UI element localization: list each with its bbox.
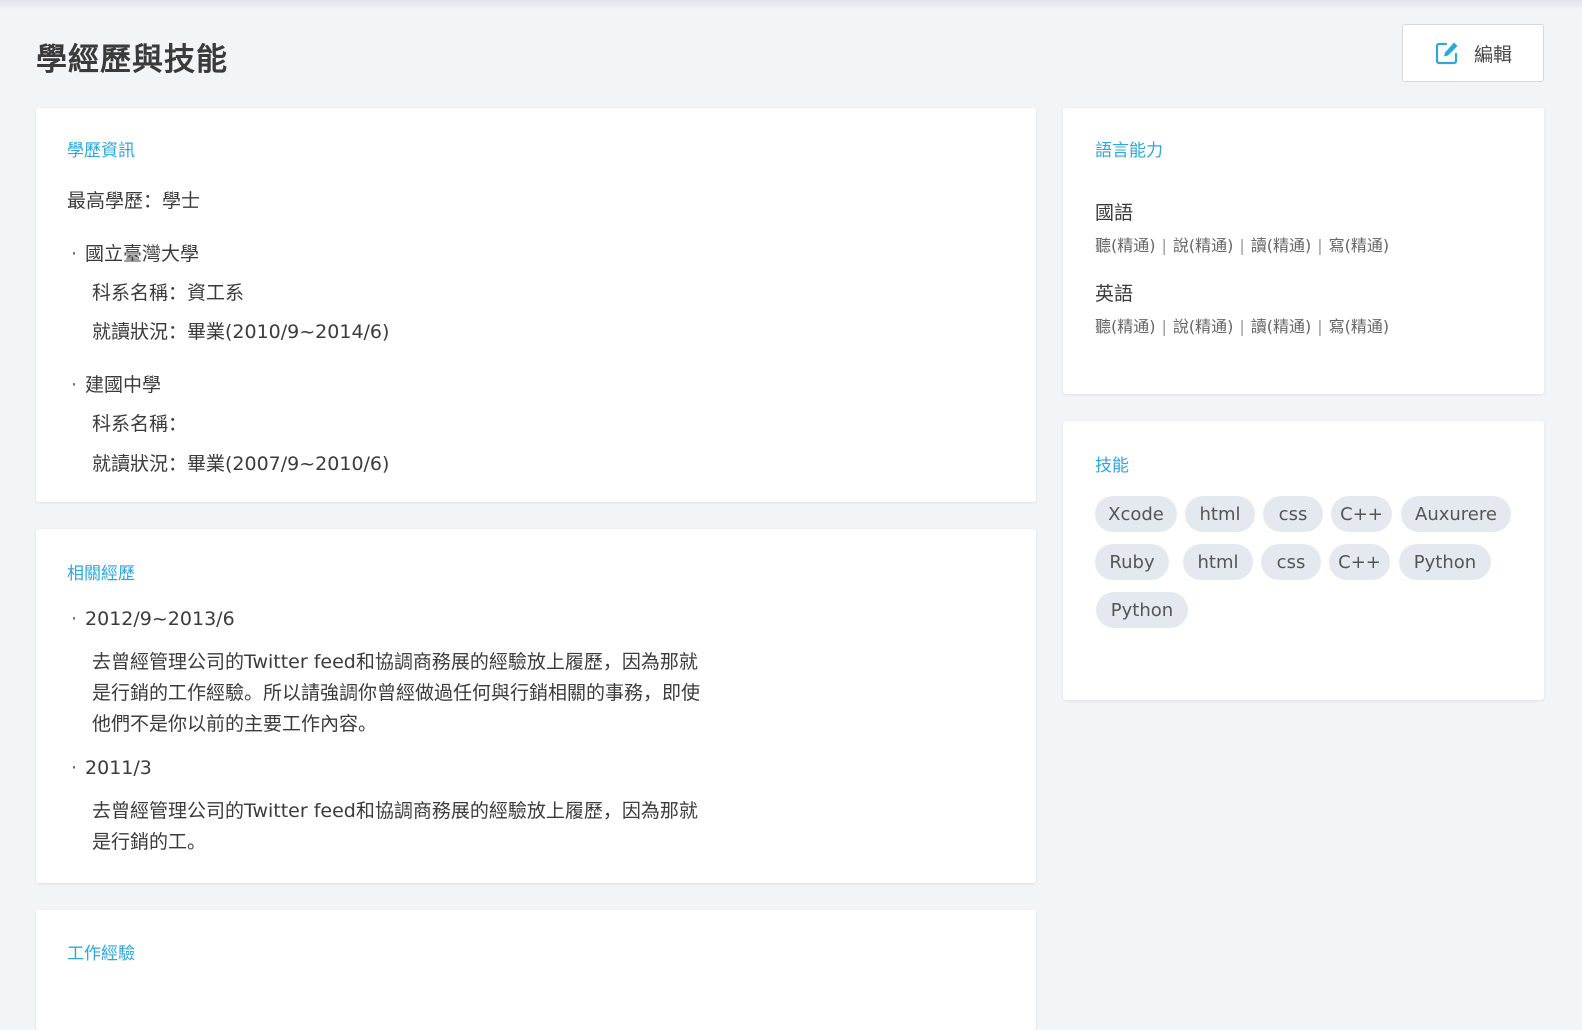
experience-period: · 2011/3 [71,757,152,779]
skill-tag: html [1185,496,1255,532]
school-name: · 國立臺灣大學 [71,243,200,265]
bullet: · [71,757,78,779]
school-status: 就讀狀況：畢業(2007/9~2010/6) [92,453,390,475]
skills-card: 技能 Xcode html css C++ Auxurere Ruby html… [1063,421,1544,700]
education-card: 學歷資訊 最高學歷：學士 · 國立臺灣大學 科系名稱：資工系 就讀狀況：畢業(20… [36,108,1036,502]
skill-tag: Ruby [1095,544,1169,580]
top-shadow [0,0,1582,10]
school-department: 科系名稱：資工系 [92,282,245,304]
bullet: · [71,243,78,265]
language-levels: 聽(精通) | 說(精通) | 讀(精通) | 寫(精通) [1095,236,1390,255]
language-levels: 聽(精通) | 說(精通) | 讀(精通) | 寫(精通) [1095,317,1390,336]
skills-title: 技能 [1095,456,1129,476]
skill-tag: Python [1399,544,1491,580]
languages-title: 語言能力 [1095,141,1163,161]
experience-card: 相關經歷 · 2012/9~2013/6 去曾經管理公司的Twitter feed… [36,529,1036,883]
school-status: 就讀狀況：畢業(2010/9~2014/6) [92,321,390,343]
school-name: · 建國中學 [71,374,162,396]
skill-tag: css [1263,496,1323,532]
experience-description: 去曾經管理公司的Twitter feed和協調商務展的經驗放上履歷，因為那就是行… [92,800,698,853]
skill-tag: css [1261,544,1321,580]
experience-title: 相關經歷 [67,564,135,584]
work-title: 工作經驗 [67,944,135,964]
education-title: 學歷資訊 [67,141,135,161]
language-name: 國語 [1095,202,1134,224]
bullet: · [71,374,78,396]
highest-degree: 最高學歷：學士 [67,190,201,212]
experience-description: 去曾經管理公司的Twitter feed和協調商務展的經驗放上履歷，因為那就是行… [92,651,701,735]
language-name: 英語 [1095,283,1134,305]
edit-button-label: 編輯 [1473,43,1512,66]
skill-tag: html [1183,544,1253,580]
experience-period: · 2012/9~2013/6 [71,608,235,630]
skill-tag: Python [1096,592,1188,628]
school-department: 科系名稱： [92,413,188,435]
edit-icon [1434,40,1460,66]
skill-tag: C++ [1329,544,1390,580]
page-title: 學經歷與技能 [36,42,228,78]
skill-tag: Xcode [1095,496,1177,532]
edit-button[interactable]: 編輯 [1402,24,1544,82]
skill-tag: Auxurere [1401,496,1511,532]
languages-card: 語言能力 國語 聽(精通) | 說(精通) | 讀(精通) | 寫(精通) 英語 聽(精通)… [1063,108,1544,394]
skill-tag: C++ [1331,496,1392,532]
work-card: 工作經驗 [36,910,1036,1030]
bullet: · [71,608,78,630]
